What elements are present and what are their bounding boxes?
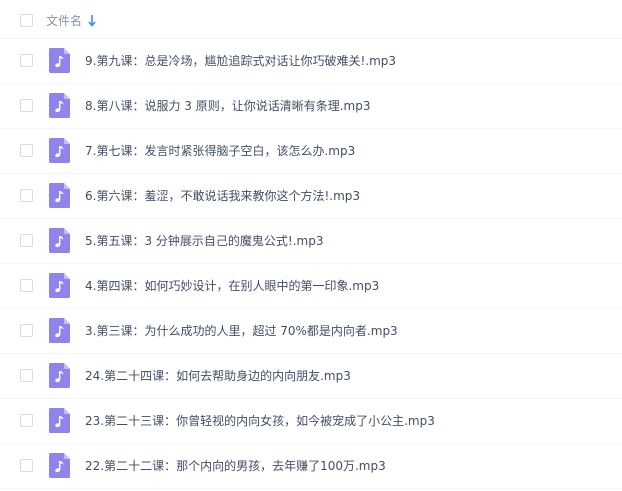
file-list-header: 文件名 [0,0,622,39]
file-name[interactable]: 8.第八课：说服力 3 原则，让你说话清晰有条理.mp3 [85,98,370,114]
file-name[interactable]: 4.第四课：如何巧妙设计，在别人眼中的第一印象.mp3 [85,278,379,294]
file-checkbox[interactable] [20,189,33,202]
audio-file-icon [49,48,70,73]
file-name[interactable]: 22.第二十二课：那个内向的男孩，去年赚了100万.mp3 [85,458,386,474]
file-checkbox[interactable] [20,459,33,472]
file-row[interactable]: 8.第八课：说服力 3 原则，让你说话清晰有条理.mp3 [0,84,622,129]
file-row[interactable]: 5.第五课：3 分钟展示自己的魔鬼公式!.mp3 [0,219,622,264]
file-list: 文件名 9.第九课：总是冷场，尴尬追踪式对话让你巧破难关!.mp3 8.第八课：… [0,0,622,491]
file-name[interactable]: 9.第九课：总是冷场，尴尬追踪式对话让你巧破难关!.mp3 [85,53,396,69]
file-row[interactable]: 23.第二十三课：你曾轻视的内向女孩，如今被宠成了小公主.mp3 [0,399,622,444]
file-name[interactable]: 5.第五课：3 分钟展示自己的魔鬼公式!.mp3 [85,233,323,249]
audio-file-icon [49,183,70,208]
file-checkbox[interactable] [20,324,33,337]
audio-file-icon [49,138,70,163]
file-name[interactable]: 23.第二十三课：你曾轻视的内向女孩，如今被宠成了小公主.mp3 [85,413,435,429]
file-row[interactable]: 24.第二十四课：如何去帮助身边的内向朋友.mp3 [0,354,622,399]
audio-file-icon [49,318,70,343]
file-row[interactable]: 6.第六课：羞涩，不敢说话我来教你这个方法!.mp3 [0,174,622,219]
file-checkbox[interactable] [20,144,33,157]
audio-file-icon [49,363,70,388]
audio-file-icon [49,273,70,298]
file-row[interactable]: 9.第九课：总是冷场，尴尬追踪式对话让你巧破难关!.mp3 [0,39,622,84]
file-name[interactable]: 7.第七课：发言时紧张得脑子空白，该怎么办.mp3 [85,143,355,159]
audio-file-icon [49,93,70,118]
audio-file-icon [49,453,70,478]
file-checkbox[interactable] [20,234,33,247]
file-checkbox[interactable] [20,54,33,67]
file-name[interactable]: 24.第二十四课：如何去帮助身边的内向朋友.mp3 [85,368,351,384]
file-checkbox[interactable] [20,279,33,292]
select-all-checkbox[interactable] [20,14,33,27]
file-name[interactable]: 3.第三课：为什么成功的人里，超过 70%都是内向者.mp3 [85,323,398,339]
file-name[interactable]: 6.第六课：羞涩，不敢说话我来教你这个方法!.mp3 [85,188,360,204]
file-checkbox[interactable] [20,99,33,112]
filename-column-header[interactable]: 文件名 [46,13,82,29]
file-row[interactable]: 3.第三课：为什么成功的人里，超过 70%都是内向者.mp3 [0,309,622,354]
file-row[interactable]: 22.第二十二课：那个内向的男孩，去年赚了100万.mp3 [0,444,622,489]
file-checkbox[interactable] [20,414,33,427]
file-row[interactable]: 7.第七课：发言时紧张得脑子空白，该怎么办.mp3 [0,129,622,174]
audio-file-icon [49,408,70,433]
audio-file-icon [49,228,70,253]
file-row[interactable]: 4.第四课：如何巧妙设计，在别人眼中的第一印象.mp3 [0,264,622,309]
file-checkbox[interactable] [20,369,33,382]
arrow-down-icon[interactable] [88,14,96,27]
